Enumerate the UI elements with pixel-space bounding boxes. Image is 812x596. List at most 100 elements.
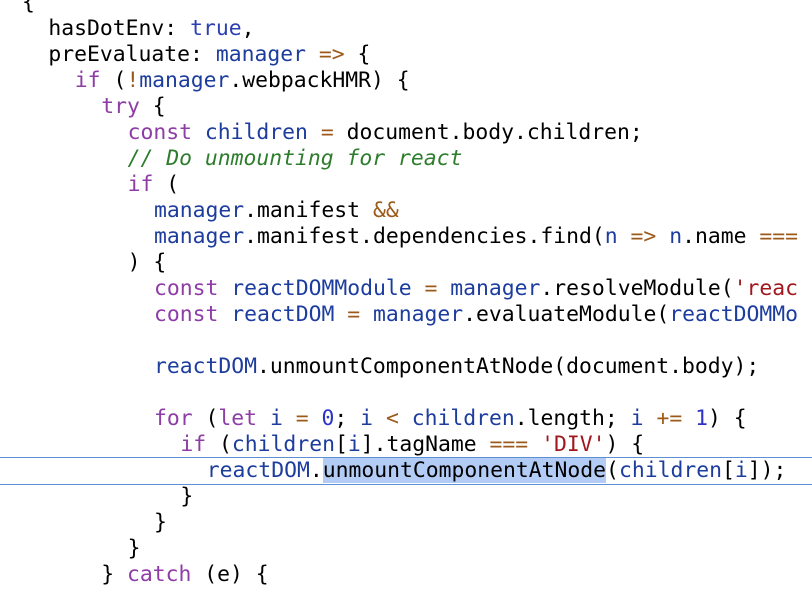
code-token: reactDOMModule [231,276,412,301]
code-token: 0 [321,406,335,431]
code-token: children [618,458,722,483]
code-token: ( [606,458,619,483]
code-token: reactDOMMo [669,302,799,327]
code-token: === [759,224,798,249]
code-token: < [385,406,399,431]
code-token: if [180,432,207,457]
code-token: manager [450,276,541,301]
code-token: if [127,172,154,197]
code-line[interactable]: // Do unmounting for react [128,146,463,172]
code-token: children [411,406,515,431]
code-token: { [344,42,371,67]
code-token: ].tagName [360,432,490,457]
code-token: .resolveModule( [540,276,734,301]
code-line[interactable]: if (children[i].tagName === 'DIV') { [180,432,644,458]
code-token: .webpackHMR) { [229,68,410,93]
selected-text: unmountComponentAtNode [322,458,607,483]
code-token: reactDOM [206,458,310,483]
code-line[interactable]: const children = document.body.children; [128,120,643,146]
code-token: .name [682,224,760,249]
code-token: ) { [127,250,167,275]
code-token: ) { [605,432,645,457]
code-token: ]); [747,458,787,483]
code-line[interactable]: hasDotEnv: true, [48,16,254,42]
code-token: children [204,120,308,145]
code-token: .unmountComponentAtNode(document.body); [257,354,760,379]
code-token: .length; [514,406,631,431]
code-token: ( [192,406,219,431]
code-line[interactable]: } [180,484,193,510]
code-line[interactable]: try { [101,94,165,120]
code-token: += [656,406,683,431]
code-line[interactable]: } [154,510,167,536]
code-token: let [218,406,258,431]
code-line[interactable]: const reactDOM = manager.evaluateModule(… [154,302,798,328]
code-token: } [154,510,167,535]
code-token: && [372,198,399,223]
code-token: const [154,302,219,327]
code-line[interactable]: const reactDOMModule = manager.resolveMo… [154,276,798,302]
code-token: = [320,120,334,145]
code-token: manager [154,198,245,223]
code-token: = [295,406,309,431]
code-token: => [318,42,345,67]
code-token: hasDotEnv: [48,16,191,41]
code-token: 'reac [733,276,799,301]
code-token: reactDOM [154,354,258,379]
code-line[interactable]: } [128,536,141,562]
code-line[interactable]: for (let i = 0; i < children.length; i +… [154,406,747,432]
code-line[interactable]: if ( [128,172,180,198]
code-token: if [74,68,101,93]
code-token: ( [206,432,232,457]
code-token: (e) { [191,562,269,587]
code-token: [ [334,432,348,457]
code-line[interactable]: preEvaluate: manager => { [48,42,370,68]
code-token: } [180,484,194,509]
code-token: .evaluateModule( [463,302,670,327]
code-token: const [127,120,192,145]
code-token: n [669,224,683,249]
code-token: // Do unmounting for react [127,146,463,171]
code-token: i [630,406,644,431]
code-token: manager [373,302,464,327]
code-token: preEvaluate: [48,42,216,67]
code-line[interactable]: manager.manifest.dependencies.find(n => … [154,224,798,250]
code-line[interactable]: } catch (e) { [101,562,268,588]
code-token: ) { [707,406,747,431]
code-token: n [604,224,618,249]
code-editor[interactable]: { hasDotEnv: true, preEvaluate: manager =>… [0,0,812,596]
code-token: . [309,458,323,483]
code-line[interactable]: manager.manifest && [154,198,399,224]
code-token: = [347,302,361,327]
code-token: children [231,432,335,457]
code-token: [ [721,458,735,483]
code-line[interactable]: reactDOM.unmountComponentAtNode(children… [206,458,787,484]
code-token: { [139,94,166,119]
code-token: 'DIV' [541,432,606,457]
code-token: document.body.children; [333,120,643,145]
code-line[interactable]: { [22,0,35,16]
code-token: { [22,0,35,15]
code-line[interactable]: reactDOM.unmountComponentAtNode(document… [154,354,759,380]
code-token: i [347,432,361,457]
code-token: .manifest.dependencies.find( [244,224,605,249]
code-token: ; [334,406,361,431]
code-line[interactable]: if (!manager.webpackHMR) { [75,68,410,94]
code-line[interactable]: ) { [128,250,167,276]
code-token: ( [100,68,127,93]
code-token: i [734,458,748,483]
code-token: === [489,432,529,457]
